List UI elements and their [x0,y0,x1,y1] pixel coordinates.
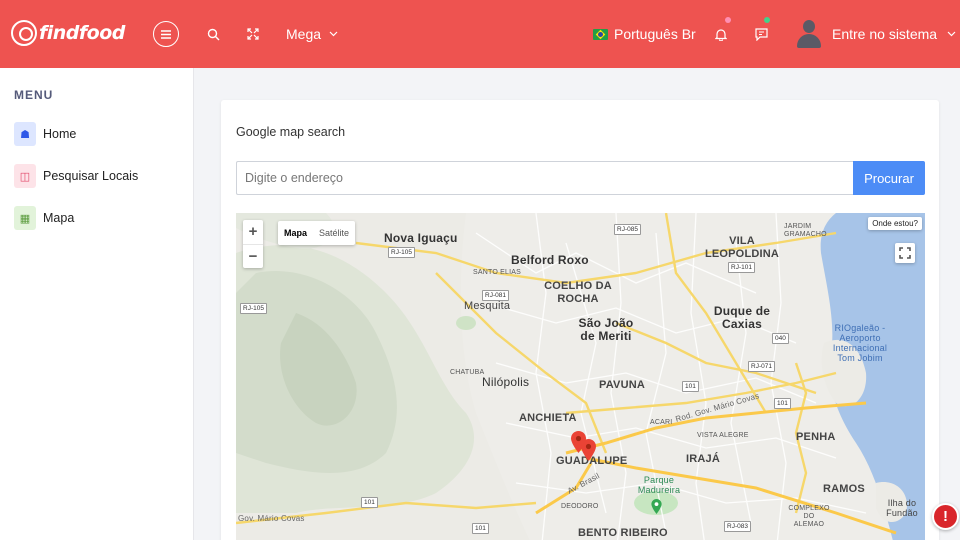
road-shield: RJ-105 [240,303,267,314]
map-fullscreen-button[interactable] [895,243,915,263]
road-shield: 101 [682,381,699,392]
map-label-deodoro: DEODORO [561,503,599,510]
map-label-santo-elias: SANTO ELIAS [473,269,521,276]
mega-menu-dropdown[interactable]: Mega [286,26,338,42]
app-logo[interactable]: findfood [11,20,125,46]
search-icon [207,28,219,40]
map-type-map-button[interactable]: Mapa [278,221,313,245]
fullscreen-icon [899,247,911,259]
road-shield: RJ-101 [728,262,755,273]
map-label-nova-iguacu: Nova Iguaçu [384,231,458,245]
header-search-button[interactable] [200,21,226,47]
notification-dot [725,17,731,23]
chevron-down-icon [329,31,338,37]
map-label-sao-joao-de-meriti: São João de Meriti [578,316,634,343]
road-shield: RJ-085 [614,224,641,235]
mega-menu-label: Mega [286,26,322,42]
message-dot [764,17,770,23]
chevron-down-icon [947,31,956,37]
sidebar-item-label: Mapa [43,211,75,225]
map-label-ilha-do-fundao: Ilha do Fundão [886,498,918,518]
road-shield: RJ-081 [482,290,509,301]
map-label-ramos: RAMOS [823,483,865,495]
brand-name: findfood [39,22,125,44]
language-label: Português Br [614,26,696,42]
messages-button[interactable] [748,21,774,47]
map-icon: ▦ [14,206,36,230]
park-marker-icon [651,499,662,514]
map-label-chatuba: CHATUBA [450,369,485,376]
map-label-vila-leopoldina: VILA LEOPOLDINA [704,235,780,260]
user-menu-label: Entre no sistema [832,26,938,42]
map-label-iraja: IRAJÁ [686,453,721,465]
map-search-card: Google map search Procurar [221,100,939,540]
map-label-penha: PENHA [796,431,836,443]
sidebar: MENU ☗ Home ◫ Pesquisar Locais ▦ Mapa [0,68,194,540]
sidebar-item-home[interactable]: ☗ Home [14,122,76,146]
sidebar-item-label: Pesquisar Locais [43,169,139,183]
map-search-icon: ◫ [14,164,36,188]
map-label-galeao-airport: RIOgaleão - Aeroporto Internacional Tom … [832,323,888,363]
map-label-pavuna: PAVUNA [599,379,646,391]
road-shield: 040 [772,333,789,344]
sidebar-menu-title: MENU [14,88,54,102]
user-menu[interactable]: Entre no sistema [796,20,956,48]
search-submit-button[interactable]: Procurar [853,161,925,195]
home-icon: ☗ [14,122,36,146]
road-shield: 101 [361,497,378,508]
zoom-out-button[interactable]: − [243,245,263,269]
map-label-parque-madureira: Parque Madureira [637,475,681,495]
top-header: findfood Mega Português Br Entre no sist… [0,0,960,68]
map-label-anchieta: ANCHIETA [519,412,577,424]
road-shield: 101 [774,398,791,409]
map-type-control: Mapa Satélite [278,221,356,245]
zoom-control: + − [243,220,263,268]
notifications-button[interactable] [708,21,734,47]
map-label-duque-de-caxias: Duque de Caxias [713,304,771,331]
card-title: Google map search [236,125,346,139]
brazil-flag-icon [593,28,608,40]
sidebar-item-label: Home [43,127,77,141]
logo-icon [11,20,37,46]
error-alert-badge[interactable]: ! [932,503,959,530]
language-selector[interactable]: Português Br [593,26,696,42]
map-label-coelho-da-rocha: COELHO DA ROCHA [544,280,612,305]
map-label-complexo-do-alemao: COMPLEXO DO ALEMAO [788,505,830,528]
sidebar-item-pesquisar-locais[interactable]: ◫ Pesquisar Locais [14,164,138,188]
address-input[interactable] [236,161,854,195]
where-am-i-button[interactable]: Onde estou? [868,217,922,230]
map-label-nilopolis: Nilópolis [482,375,530,389]
map-marker-pin[interactable] [581,439,596,461]
avatar [796,20,822,48]
map-label-vista-alegre: VISTA ALEGRE [697,432,749,439]
map-type-satellite-button[interactable]: Satélite [313,221,355,245]
fullscreen-toggle-button[interactable] [240,21,266,47]
road-shield: RJ-105 [388,247,415,258]
map-label-mesquita: Mesquita [464,300,511,312]
menu-toggle-button[interactable] [153,21,179,47]
map-label-jardim-gramacho: JARDIM GRAMACHO [784,223,827,238]
road-shield: RJ-083 [724,521,751,532]
hamburger-icon [161,29,171,39]
map-label-bento-ribeiro: BENTO RIBEIRO [578,527,668,539]
chat-icon [754,27,768,41]
expand-icon [247,28,259,40]
google-map[interactable]: + − Mapa Satélite Onde estou? Nova Iguaç… [236,213,925,540]
sidebar-item-mapa[interactable]: ▦ Mapa [14,206,74,230]
road-shield: RJ-071 [748,361,775,372]
map-label-belford-roxo: Belford Roxo [511,253,589,267]
map-label-acari: ACARI [650,419,673,426]
zoom-in-button[interactable]: + [243,220,263,245]
map-label-mario-covas-left: Gov. Mário Covas [238,514,305,523]
road-shield: 101 [472,523,489,534]
bell-icon [715,28,727,41]
